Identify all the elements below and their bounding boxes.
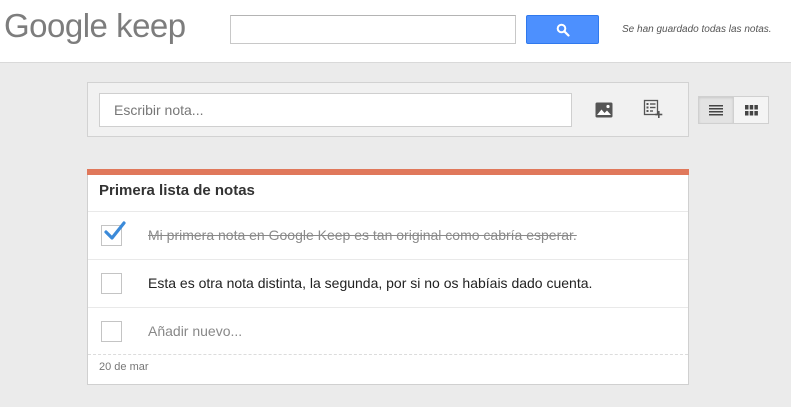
search-input[interactable] — [230, 15, 516, 44]
note-color-bar — [87, 169, 689, 175]
add-image-button[interactable] — [591, 97, 617, 123]
grid-view-icon — [744, 104, 758, 115]
note-composer — [87, 82, 689, 137]
search-icon — [556, 23, 570, 37]
note-title[interactable]: Primera lista de notas — [99, 182, 255, 199]
save-status-text: Se han guardado todas las notas. — [622, 24, 772, 35]
checklist: Mi primera nota en Google Keep es tan or… — [88, 211, 688, 355]
add-item-input[interactable]: Añadir nuevo... — [148, 323, 242, 339]
note-date: 20 de mar — [99, 361, 149, 373]
checklist-item: Mi primera nota en Google Keep es tan or… — [88, 211, 688, 259]
new-note-input[interactable] — [99, 93, 572, 127]
grid-view-button[interactable] — [734, 97, 768, 123]
note-card[interactable]: Primera lista de notas Mi primera nota e… — [87, 169, 689, 385]
item-checkbox-checked[interactable] — [101, 221, 126, 246]
list-view-icon — [709, 104, 723, 115]
item-checkbox[interactable] — [101, 321, 122, 342]
item-text[interactable]: Esta es otra nota distinta, la segunda, … — [148, 275, 592, 291]
checklist-item: Esta es otra nota distinta, la segunda, … — [88, 259, 688, 307]
top-header: Google keep Se han guardado todas las no… — [0, 0, 791, 63]
list-view-button[interactable] — [699, 97, 734, 123]
item-text[interactable]: Mi primera nota en Google Keep es tan or… — [148, 227, 577, 243]
check-mark-icon — [104, 221, 126, 240]
new-list-icon — [643, 99, 663, 118]
item-checkbox[interactable] — [101, 273, 122, 294]
search-button[interactable] — [526, 15, 599, 44]
image-icon — [595, 102, 613, 118]
new-list-button[interactable] — [639, 95, 667, 123]
add-item-row: Añadir nuevo... — [88, 307, 688, 355]
view-toggle — [698, 96, 769, 124]
app-logo[interactable]: Google keep — [4, 7, 186, 45]
